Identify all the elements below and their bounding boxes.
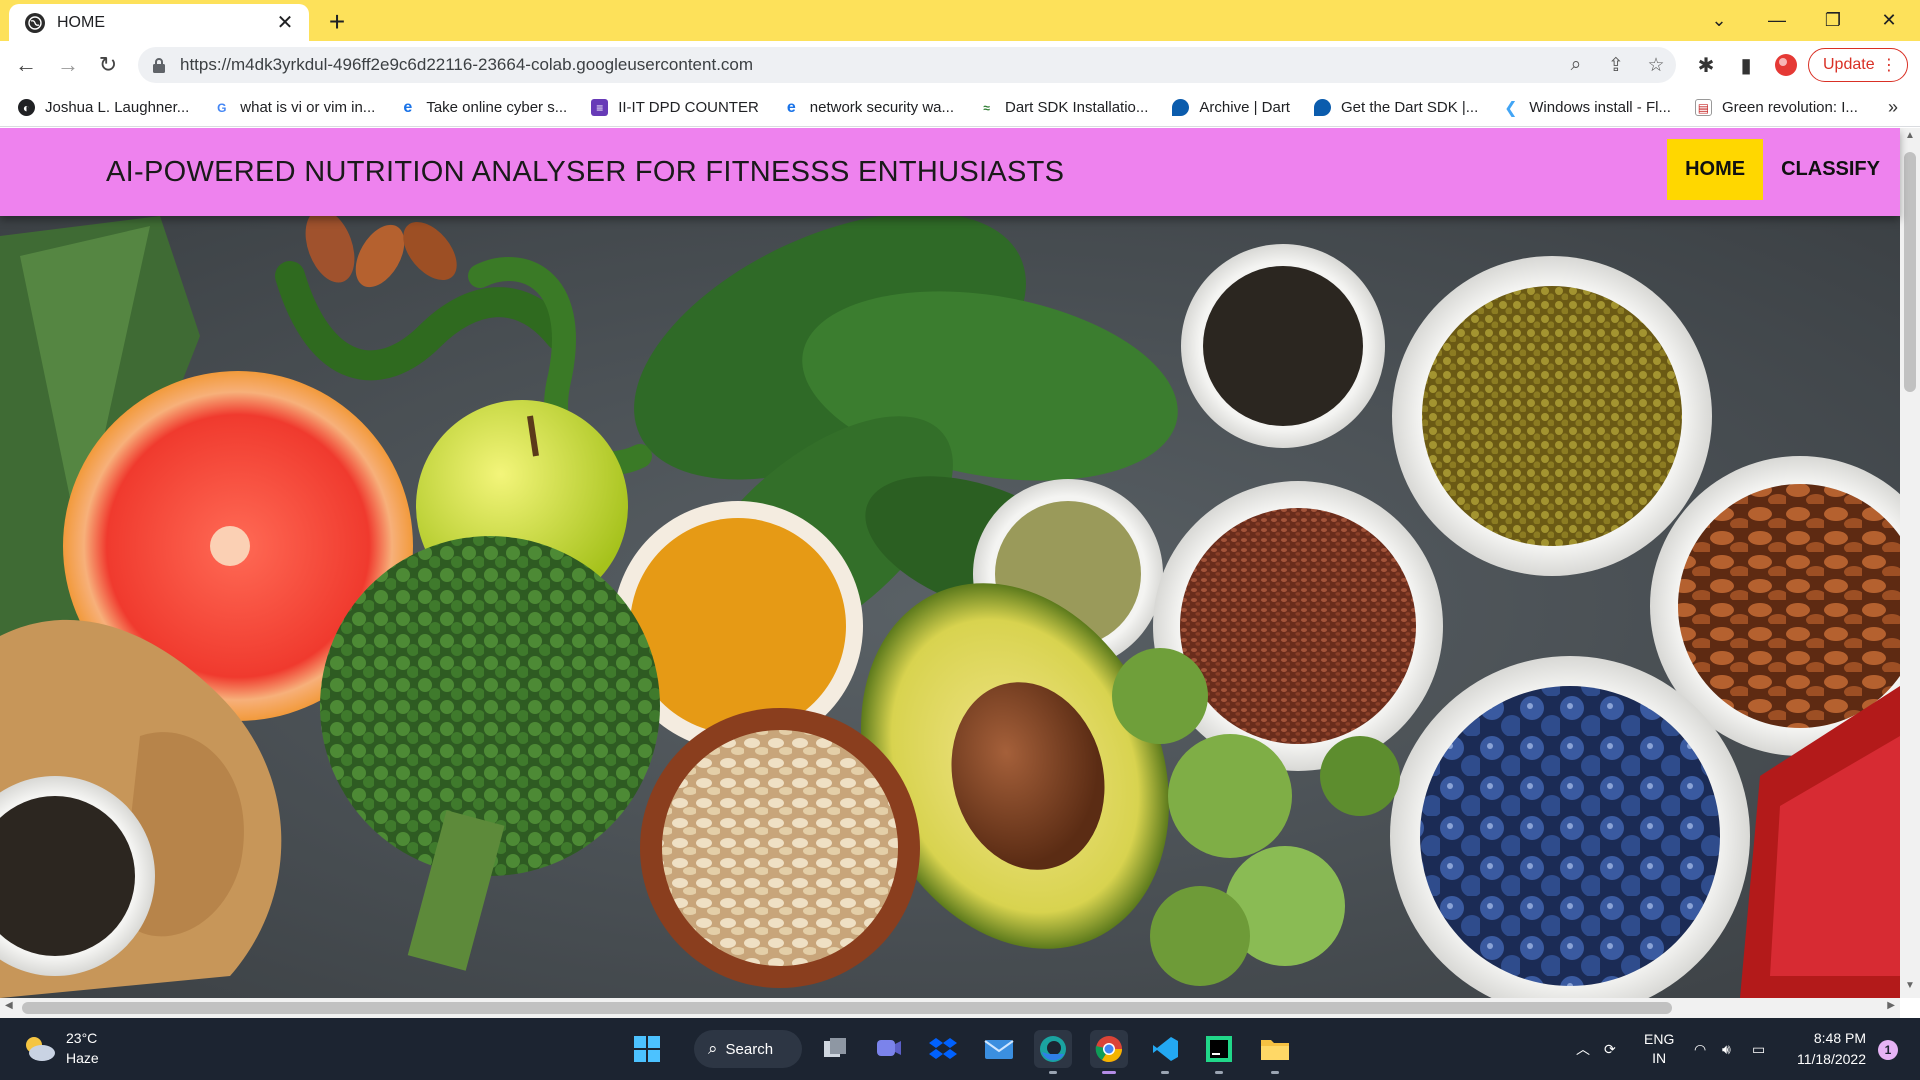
menu-dots-icon[interactable]: ⋮ [1881,55,1897,75]
bookmark-item[interactable]: e network security wa... [782,99,954,116]
system-clock[interactable]: 8:48 PM 11/18/2022 [1797,1028,1866,1070]
update-button[interactable]: Update ⋮ [1808,48,1908,82]
running-indicator [1049,1071,1057,1074]
weather-description: Haze [66,1050,99,1066]
wifi-icon[interactable]: ◠ [1694,1018,1706,1080]
browser-toolbar: ← → ↻ https://m4dk3yrkdul-496ff2e9c6d221… [0,41,1920,89]
dart-icon: ≈ [978,99,995,116]
dart-icon [1172,99,1190,116]
dart-icon [1313,99,1331,116]
horizontal-scrollbar[interactable]: ◀ ▶ [0,998,1900,1018]
tab-title: HOME [57,13,105,31]
update-label: Update [1823,56,1875,73]
bookmark-item[interactable]: e Take online cyber s... [399,99,567,116]
page-viewport: AI-POWERED NUTRITION ANALYSER FOR FITNES… [0,128,1920,1018]
url-text[interactable]: https://m4dk3yrkdul-496ff2e9c6d22116-236… [180,55,1556,75]
mail-icon[interactable] [980,1030,1018,1068]
bookmarks-bar: ◐ Joshua L. Laughner... Gwhat is vi or vi… [0,89,1920,127]
browser-tab-home[interactable]: HOME ✕ [9,4,309,41]
vertical-scroll-thumb[interactable] [1904,152,1916,392]
lock-icon [153,58,165,73]
edge-icon: e [782,99,800,116]
food-illustration [0,216,1900,998]
scroll-left-arrow-icon[interactable]: ◀ [5,1000,13,1011]
google-icon: G [213,99,231,116]
chrome-browser-icon[interactable] [1090,1030,1128,1074]
bookmark-item[interactable]: ≡ II-IT DPD COUNTER [591,99,759,116]
globe-icon [25,12,45,33]
language-code: ENG [1644,1031,1675,1047]
share-icon[interactable]: ⇪ [1596,47,1636,83]
bookmark-item[interactable]: ❮ Windows install - Fl... [1502,99,1671,117]
show-hidden-icons-chevron-icon[interactable]: ︿ [1576,1018,1590,1080]
extensions-icon[interactable]: ✱ [1692,51,1720,79]
scroll-right-arrow-icon[interactable]: ▶ [1887,1000,1895,1011]
more-bookmarks-icon[interactable]: » [1888,97,1898,118]
flutter-icon: ❮ [1502,99,1520,117]
notification-badge[interactable]: 1 [1878,1040,1898,1060]
running-indicator [1271,1071,1279,1074]
task-view-icon[interactable] [816,1030,854,1068]
restore-button[interactable]: ❐ [1810,0,1856,40]
file-explorer-icon[interactable] [1256,1030,1294,1074]
scroll-up-arrow-icon[interactable]: ▲ [1900,130,1920,146]
bookmark-item[interactable]: Archive | Dart [1172,99,1290,116]
search-label: Search [725,1040,774,1058]
edge-browser-icon[interactable] [1034,1030,1072,1074]
bookmark-item[interactable]: ▤ Green revolution: I... [1694,99,1858,116]
zoom-icon[interactable]: ⌕ [1556,47,1596,83]
bookmark-item[interactable]: Gwhat is vi or vim in... [213,99,375,116]
running-indicator [1215,1071,1223,1074]
new-tab-button[interactable]: + [322,6,352,37]
site-header: AI-POWERED NUTRITION ANALYSER FOR FITNES… [0,128,1900,216]
scroll-down-arrow-icon[interactable]: ▼ [1900,980,1920,996]
reload-button[interactable]: ↻ [92,49,124,81]
tab-search-chevron-icon[interactable]: ⌄ [1696,0,1742,40]
search-icon: ⌕ [708,1039,718,1058]
hero-food-image [0,216,1900,998]
clock-date: 11/18/2022 [1796,1051,1866,1067]
vscode-icon[interactable] [1146,1030,1184,1074]
dropbox-icon[interactable] [924,1030,962,1068]
weather-widget[interactable]: 23°C Haze [22,1028,99,1068]
pycharm-icon[interactable] [1200,1030,1238,1074]
clock-time: 8:48 PM [1813,1030,1866,1046]
nav-classify-link[interactable]: CLASSIFY [1763,139,1900,200]
bookmark-item[interactable]: Get the Dart SDK |... [1313,99,1478,116]
nav-home-link[interactable]: HOME [1667,139,1764,200]
bookmark-item[interactable]: ≈ Dart SDK Installatio... [978,99,1148,116]
site-title: AI-POWERED NUTRITION ANALYSER FOR FITNES… [106,155,1065,188]
horizontal-scroll-thumb[interactable] [22,1002,1672,1014]
tab-strip: HOME ✕ + ⌄ — ❐ ✕ [0,0,1920,41]
haze-weather-icon [26,1037,55,1061]
windows-taskbar: 23°C Haze ⌕ Search ︿ ⟳ ENG IN ◠ 🔊︎ ▭ 8:4… [0,1018,1920,1080]
edge-icon: e [399,99,417,116]
forward-button[interactable]: → [52,49,84,81]
profile-avatar[interactable] [1772,51,1800,79]
windows-start-icon[interactable] [628,1030,666,1068]
sync-status-icon[interactable]: ⟳ [1604,1018,1616,1080]
globe-icon: ◐ [18,99,35,116]
back-button[interactable]: ← [10,49,42,81]
side-panel-icon[interactable]: ▮ [1732,51,1760,79]
running-indicator [1161,1071,1169,1074]
teams-chat-icon[interactable] [870,1030,908,1068]
battery-icon[interactable]: ▭ [1752,1018,1765,1080]
weather-temperature: 23°C [66,1030,98,1046]
vertical-scrollbar[interactable]: ▲ ▼ [1900,128,1920,998]
page-icon: ▤ [1694,99,1712,116]
bookmark-star-icon[interactable]: ☆ [1636,47,1676,83]
bookmark-item[interactable]: ◐ Joshua L. Laughner... [18,99,189,116]
taskbar-search-button[interactable]: ⌕ Search [694,1030,802,1068]
site-nav: HOME CLASSIFY [1667,139,1900,200]
language-indicator[interactable]: ENG IN [1644,1018,1674,1080]
forms-icon: ≡ [591,99,609,116]
address-bar[interactable]: https://m4dk3yrkdul-496ff2e9c6d22116-236… [138,47,1676,83]
minimize-button[interactable]: — [1754,0,1800,40]
region-code: IN [1652,1050,1667,1066]
active-indicator [1102,1071,1116,1074]
window-close-button[interactable]: ✕ [1866,0,1912,40]
volume-icon[interactable]: 🔊︎ [1722,1018,1731,1080]
close-tab-icon[interactable]: ✕ [275,12,295,34]
